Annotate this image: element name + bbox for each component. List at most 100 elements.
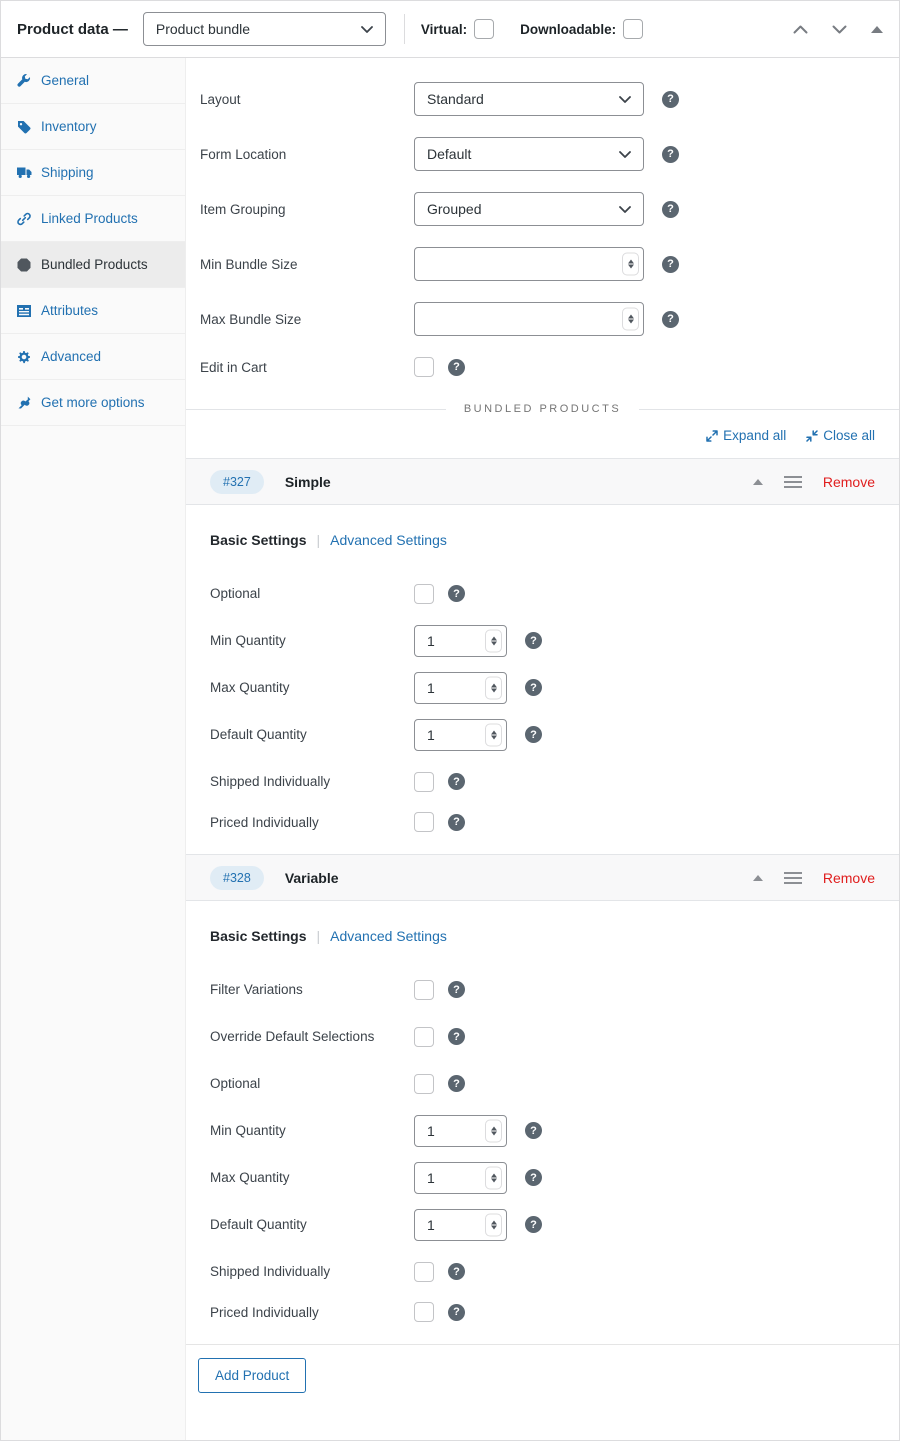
override-default-selections-checkbox[interactable]	[414, 1027, 434, 1047]
help-icon[interactable]: ?	[448, 585, 465, 602]
expand-icon	[706, 430, 718, 442]
max-quantity-label: Max Quantity	[210, 680, 414, 695]
item-tabs: Basic Settings | Advanced Settings	[210, 532, 899, 548]
sidebar-item-get-more-options[interactable]: Get more options	[1, 380, 185, 426]
edit-in-cart-checkbox[interactable]	[414, 357, 434, 377]
priced-individually-checkbox[interactable]	[414, 1302, 434, 1322]
help-icon[interactable]: ?	[525, 632, 542, 649]
bundled-item-title: Simple	[285, 474, 331, 490]
sidebar-item-attributes[interactable]: Attributes	[1, 288, 185, 334]
optional-checkbox[interactable]	[414, 584, 434, 604]
stepper-icon[interactable]	[485, 723, 502, 746]
sidebar-item-general[interactable]: General	[1, 58, 185, 104]
priced-individually-checkbox[interactable]	[414, 812, 434, 832]
shipped-individually-checkbox[interactable]	[414, 1262, 434, 1282]
help-icon[interactable]: ?	[525, 679, 542, 696]
chevron-down-icon	[361, 26, 373, 33]
help-icon[interactable]: ?	[662, 146, 679, 163]
stepper-icon[interactable]	[485, 1213, 502, 1236]
item-grouping-row: Item Grouping Grouped ?	[200, 192, 899, 226]
move-up-icon[interactable]	[793, 25, 808, 34]
max-quantity-input	[414, 672, 507, 704]
help-icon[interactable]: ?	[662, 91, 679, 108]
filter-variations-checkbox[interactable]	[414, 980, 434, 1000]
truck-icon	[16, 166, 32, 179]
drag-handle-icon[interactable]	[784, 476, 802, 488]
bundled-item-header[interactable]: #327 Simple Remove	[186, 458, 899, 505]
tab-basic-settings[interactable]: Basic Settings	[210, 928, 306, 944]
toggle-panel-icon[interactable]	[871, 26, 883, 33]
product-id-badge: #328	[210, 866, 264, 890]
help-icon[interactable]: ?	[448, 1263, 465, 1280]
expand-all-link[interactable]: Expand all	[706, 428, 786, 443]
max-bundle-size-row: Max Bundle Size ?	[200, 302, 899, 336]
default-quantity-input	[414, 719, 507, 751]
sidebar-item-linked-products[interactable]: Linked Products	[1, 196, 185, 242]
help-icon[interactable]: ?	[448, 1028, 465, 1045]
help-icon[interactable]: ?	[448, 1304, 465, 1321]
help-icon[interactable]: ?	[662, 201, 679, 218]
item-tabs: Basic Settings | Advanced Settings	[210, 928, 899, 944]
min-quantity-row: Min Quantity ?	[210, 1114, 899, 1147]
product-type-select[interactable]: Product bundle	[143, 12, 386, 46]
layout-select[interactable]: Standard	[414, 82, 644, 116]
stepper-icon[interactable]	[485, 676, 502, 699]
default-quantity-row: Default Quantity ?	[210, 718, 899, 751]
sidebar-item-advanced[interactable]: Advanced	[1, 334, 185, 380]
help-icon[interactable]: ?	[525, 1216, 542, 1233]
min-bundle-size-field[interactable]	[414, 247, 644, 281]
help-icon[interactable]: ?	[448, 359, 465, 376]
product-data-tabs: General Inventory Shipping Linked Produc…	[1, 58, 186, 1440]
bundled-item: #328 Variable Remove Basic Settings | Ad…	[186, 854, 899, 1344]
stepper-icon[interactable]	[622, 253, 639, 276]
help-icon[interactable]: ?	[525, 726, 542, 743]
help-icon[interactable]: ?	[448, 773, 465, 790]
min-quantity-input	[414, 625, 507, 657]
move-down-icon[interactable]	[832, 25, 847, 34]
help-icon[interactable]: ?	[448, 814, 465, 831]
item-grouping-select[interactable]: Grouped	[414, 192, 644, 226]
downloadable-checkbox[interactable]	[623, 19, 643, 39]
divider-line	[639, 409, 899, 410]
stepper-icon[interactable]	[485, 629, 502, 652]
bundled-item: #327 Simple Remove Basic Settings | Adva…	[186, 458, 899, 854]
min-bundle-size-label: Min Bundle Size	[200, 257, 414, 272]
default-quantity-label: Default Quantity	[210, 727, 414, 742]
help-icon[interactable]: ?	[525, 1169, 542, 1186]
help-icon[interactable]: ?	[662, 311, 679, 328]
bundled-item-header[interactable]: #328 Variable Remove	[186, 854, 899, 901]
help-icon[interactable]: ?	[448, 1075, 465, 1092]
collapse-toggle-icon[interactable]	[753, 479, 763, 485]
filter-variations-row: Filter Variations ?	[210, 973, 899, 1006]
stepper-icon[interactable]	[485, 1119, 502, 1142]
sidebar-item-bundled-products[interactable]: Bundled Products	[1, 242, 185, 288]
page-title: Product data —	[17, 21, 128, 38]
add-product-button[interactable]: Add Product	[198, 1358, 306, 1393]
virtual-checkbox[interactable]	[474, 19, 494, 39]
tab-advanced-settings[interactable]: Advanced Settings	[330, 532, 447, 548]
help-icon[interactable]: ?	[662, 256, 679, 273]
optional-checkbox[interactable]	[414, 1074, 434, 1094]
virtual-label: Virtual:	[421, 22, 467, 37]
help-icon[interactable]: ?	[525, 1122, 542, 1139]
collapse-toggle-icon[interactable]	[753, 875, 763, 881]
remove-link[interactable]: Remove	[823, 474, 875, 490]
tab-advanced-settings[interactable]: Advanced Settings	[330, 928, 447, 944]
form-location-select[interactable]: Default	[414, 137, 644, 171]
divider-line	[186, 409, 446, 410]
stepper-icon[interactable]	[622, 308, 639, 331]
drag-handle-icon[interactable]	[784, 872, 802, 884]
close-all-link[interactable]: Close all	[806, 428, 875, 443]
tag-icon	[16, 120, 32, 134]
shipped-individually-checkbox[interactable]	[414, 772, 434, 792]
sidebar-item-shipping[interactable]: Shipping	[1, 150, 185, 196]
sidebar-item-label: Linked Products	[41, 211, 138, 226]
default-quantity-row: Default Quantity ?	[210, 1208, 899, 1241]
remove-link[interactable]: Remove	[823, 870, 875, 886]
sidebar-item-inventory[interactable]: Inventory	[1, 104, 185, 150]
tab-basic-settings[interactable]: Basic Settings	[210, 532, 306, 548]
priced-individually-label: Priced Individually	[210, 815, 414, 830]
stepper-icon[interactable]	[485, 1166, 502, 1189]
help-icon[interactable]: ?	[448, 981, 465, 998]
max-bundle-size-field[interactable]	[414, 302, 644, 336]
